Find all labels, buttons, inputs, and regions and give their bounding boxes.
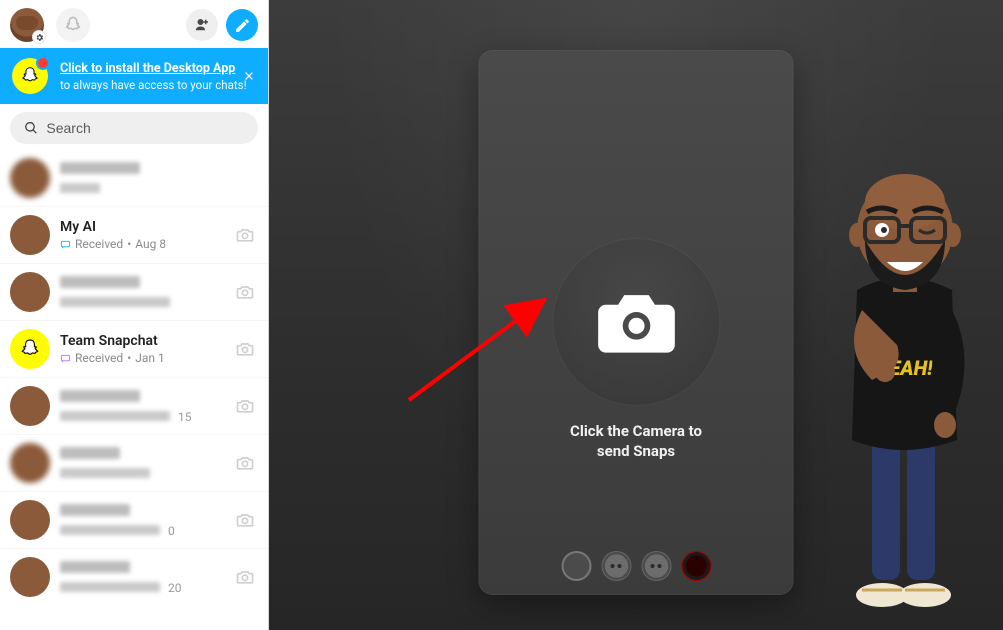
chat-item[interactable]: 15: [0, 377, 268, 434]
gear-icon: [32, 30, 46, 44]
search-field[interactable]: [10, 112, 258, 144]
add-friend-icon: [193, 16, 211, 34]
snap-camera-shortcut[interactable]: [232, 279, 258, 305]
add-friend-button[interactable]: [186, 9, 218, 41]
camera-button[interactable]: [552, 238, 720, 406]
banner-subtitle: to always have access to your chats!: [60, 78, 247, 92]
main-pane: Click the Camera to send Snaps YEAH!: [268, 0, 1003, 630]
camera-icon: [235, 225, 255, 245]
chat-avatar: [10, 443, 50, 483]
camera-icon: [235, 567, 255, 587]
snap-camera-shortcut[interactable]: [232, 393, 258, 419]
lens-option-2[interactable]: [641, 551, 671, 581]
chat-trailing-number: 15: [178, 410, 192, 424]
search-input[interactable]: [46, 120, 244, 136]
chat-avatar: [10, 329, 50, 369]
search-icon: [24, 120, 38, 136]
chat-avatar: [10, 500, 50, 540]
chat-item[interactable]: 20: [0, 548, 268, 605]
chat-item[interactable]: [0, 263, 268, 320]
camera-icon: [590, 276, 682, 368]
camera-icon: [235, 396, 255, 416]
install-desktop-banner[interactable]: Click to install the Desktop App to alwa…: [0, 48, 268, 104]
chat-name-blurred: [60, 390, 140, 402]
chat-status-row: Received • Aug 8: [60, 237, 222, 251]
chat-date: Jan 1: [135, 351, 165, 365]
chat-status: Received: [75, 351, 123, 365]
ghost-icon: [63, 15, 83, 35]
camera-icon: [235, 453, 255, 473]
banner-close-button[interactable]: [240, 67, 258, 85]
chat-item-my-ai[interactable]: My AI Received • Aug 8: [0, 206, 268, 263]
chat-trailing-number: 20: [168, 581, 182, 595]
camera-icon: [235, 282, 255, 302]
chat-trailing-number: 0: [168, 524, 175, 538]
chat-status-row: Received • Jan 1: [60, 351, 222, 365]
banner-text: Click to install the Desktop App to alwa…: [60, 61, 247, 92]
chat-date: Aug 8: [135, 237, 166, 251]
chat-item[interactable]: [0, 150, 268, 206]
chat-name-blurred: [60, 561, 130, 573]
search-wrap: [0, 104, 268, 150]
topbar: [0, 0, 268, 48]
topbar-left: [10, 8, 90, 42]
sidebar: Click to install the Desktop App to alwa…: [0, 0, 268, 630]
lens-none[interactable]: [561, 551, 591, 581]
chat-name: My AI: [60, 219, 222, 235]
camera-icon: [235, 339, 255, 359]
chat-sub-blurred: [60, 525, 160, 535]
chat-avatar: [10, 158, 50, 198]
chat-name-blurred: [60, 276, 140, 288]
chat-status: Received: [75, 237, 123, 251]
lens-option-3[interactable]: [681, 551, 711, 581]
chat-sub-blurred: [60, 582, 160, 592]
chat-name-blurred: [60, 504, 130, 516]
chat-name-blurred: [60, 447, 120, 459]
chat-name: Team Snapchat: [60, 333, 222, 349]
chat-item[interactable]: 0: [0, 491, 268, 548]
chat-sub-blurred: [60, 468, 150, 478]
compose-icon: [234, 17, 251, 34]
profile-avatar-button[interactable]: [10, 8, 44, 42]
standing-bitmoji: YEAH!: [807, 110, 997, 630]
compose-button[interactable]: [226, 9, 258, 41]
snap-camera-shortcut[interactable]: [232, 564, 258, 590]
lens-option-1[interactable]: [601, 551, 631, 581]
chat-item[interactable]: [0, 434, 268, 491]
close-icon: [243, 70, 255, 82]
camera-card: Click the Camera to send Snaps: [479, 50, 794, 595]
chat-avatar: [10, 272, 50, 312]
notification-badge: [36, 56, 50, 70]
snap-camera-shortcut[interactable]: [232, 336, 258, 362]
camera-label-line1: Click the Camera to: [570, 422, 702, 440]
chat-avatar: [10, 557, 50, 597]
camera-label-line2: send Snaps: [597, 442, 675, 460]
banner-ghost-icon: [12, 58, 48, 94]
chat-status-icon: [60, 353, 71, 364]
snap-camera-shortcut[interactable]: [232, 507, 258, 533]
chat-status-icon: [60, 239, 71, 250]
snap-camera-shortcut[interactable]: [232, 222, 258, 248]
ghost-icon: [18, 337, 42, 361]
chat-sub-blurred: [60, 183, 100, 193]
chat-avatar: [10, 386, 50, 426]
camera-label: Click the Camera to send Snaps: [479, 422, 794, 461]
topbar-right: [186, 9, 258, 41]
camera-icon: [235, 510, 255, 530]
snapchat-logo-button[interactable]: [56, 8, 90, 42]
chat-item-team-snapchat[interactable]: Team Snapchat Received • Jan 1: [0, 320, 268, 377]
chat-list: My AI Received • Aug 8: [0, 150, 268, 630]
lens-row: [561, 551, 711, 581]
chat-sub-blurred: [60, 411, 170, 421]
chat-avatar: [10, 215, 50, 255]
chat-sub-blurred: [60, 297, 170, 307]
banner-title: Click to install the Desktop App: [60, 61, 247, 76]
chat-name-blurred: [60, 162, 140, 174]
snap-camera-shortcut[interactable]: [232, 450, 258, 476]
